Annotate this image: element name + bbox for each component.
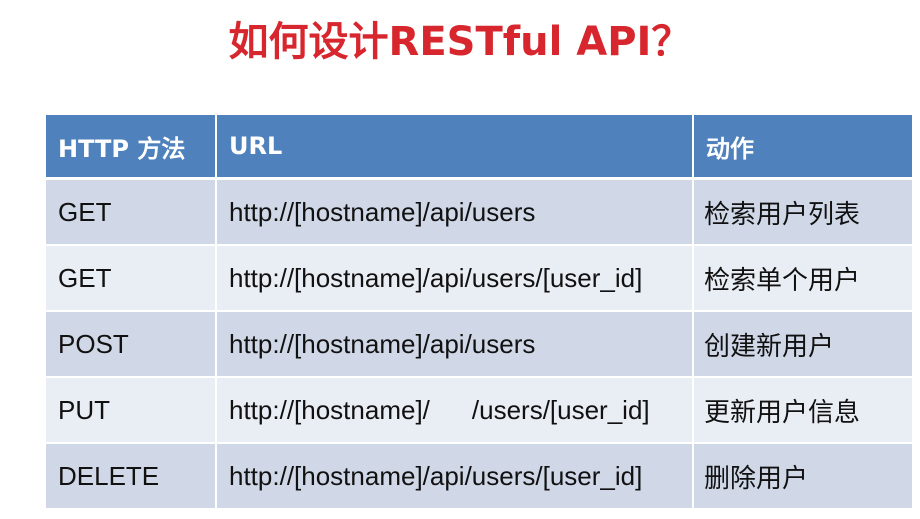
- url-cell: http://[hostname]/api/users/[user_id]: [216, 245, 694, 312]
- header-method: HTTP 方法: [46, 115, 217, 180]
- url-cell: http://[hostname]/api/users/[user_id]: [216, 443, 694, 510]
- table-row: GET http://[hostname]/api/users 检索用户列表: [46, 178, 912, 246]
- action-cell: 删除用户: [693, 443, 912, 510]
- action-cell: 创建新用户: [693, 311, 912, 378]
- action-cell: 检索用户列表: [693, 178, 912, 246]
- table-header-row: HTTP 方法 URL 动作: [46, 115, 912, 180]
- url-cell: http://[hostname]/ /users/[user_id]: [216, 377, 694, 444]
- api-table: HTTP 方法 URL 动作 GET http://[hostname]/api…: [46, 115, 912, 510]
- url-part-host: http://[hostname]/: [229, 394, 430, 425]
- method-cell: GET: [46, 178, 217, 246]
- method-cell: POST: [46, 311, 217, 378]
- table-row: DELETE http://[hostname]/api/users/[user…: [46, 443, 912, 510]
- method-cell: GET: [46, 245, 217, 312]
- action-cell: 更新用户信息: [693, 377, 912, 444]
- header-action: 动作: [693, 115, 912, 180]
- url-cell: http://[hostname]/api/users: [216, 178, 694, 246]
- action-cell: 检索单个用户: [693, 245, 912, 312]
- url-cell: http://[hostname]/api/users: [216, 311, 694, 378]
- slide: 如何设计RESTful API？ HTTP 方法 URL 动作 GET http…: [0, 0, 920, 519]
- slide-title: 如何设计RESTful API？: [228, 19, 692, 65]
- table-row: PUT http://[hostname]/ /users/[user_id] 更…: [46, 377, 912, 444]
- table-row: POST http://[hostname]/api/users 创建新用户: [46, 311, 912, 378]
- method-cell: DELETE: [46, 443, 217, 510]
- table-row: GET http://[hostname]/api/users/[user_id…: [46, 245, 912, 312]
- url-part-path: /users/[user_id]: [471, 394, 650, 425]
- header-url: URL: [216, 115, 694, 180]
- method-cell: PUT: [46, 377, 217, 444]
